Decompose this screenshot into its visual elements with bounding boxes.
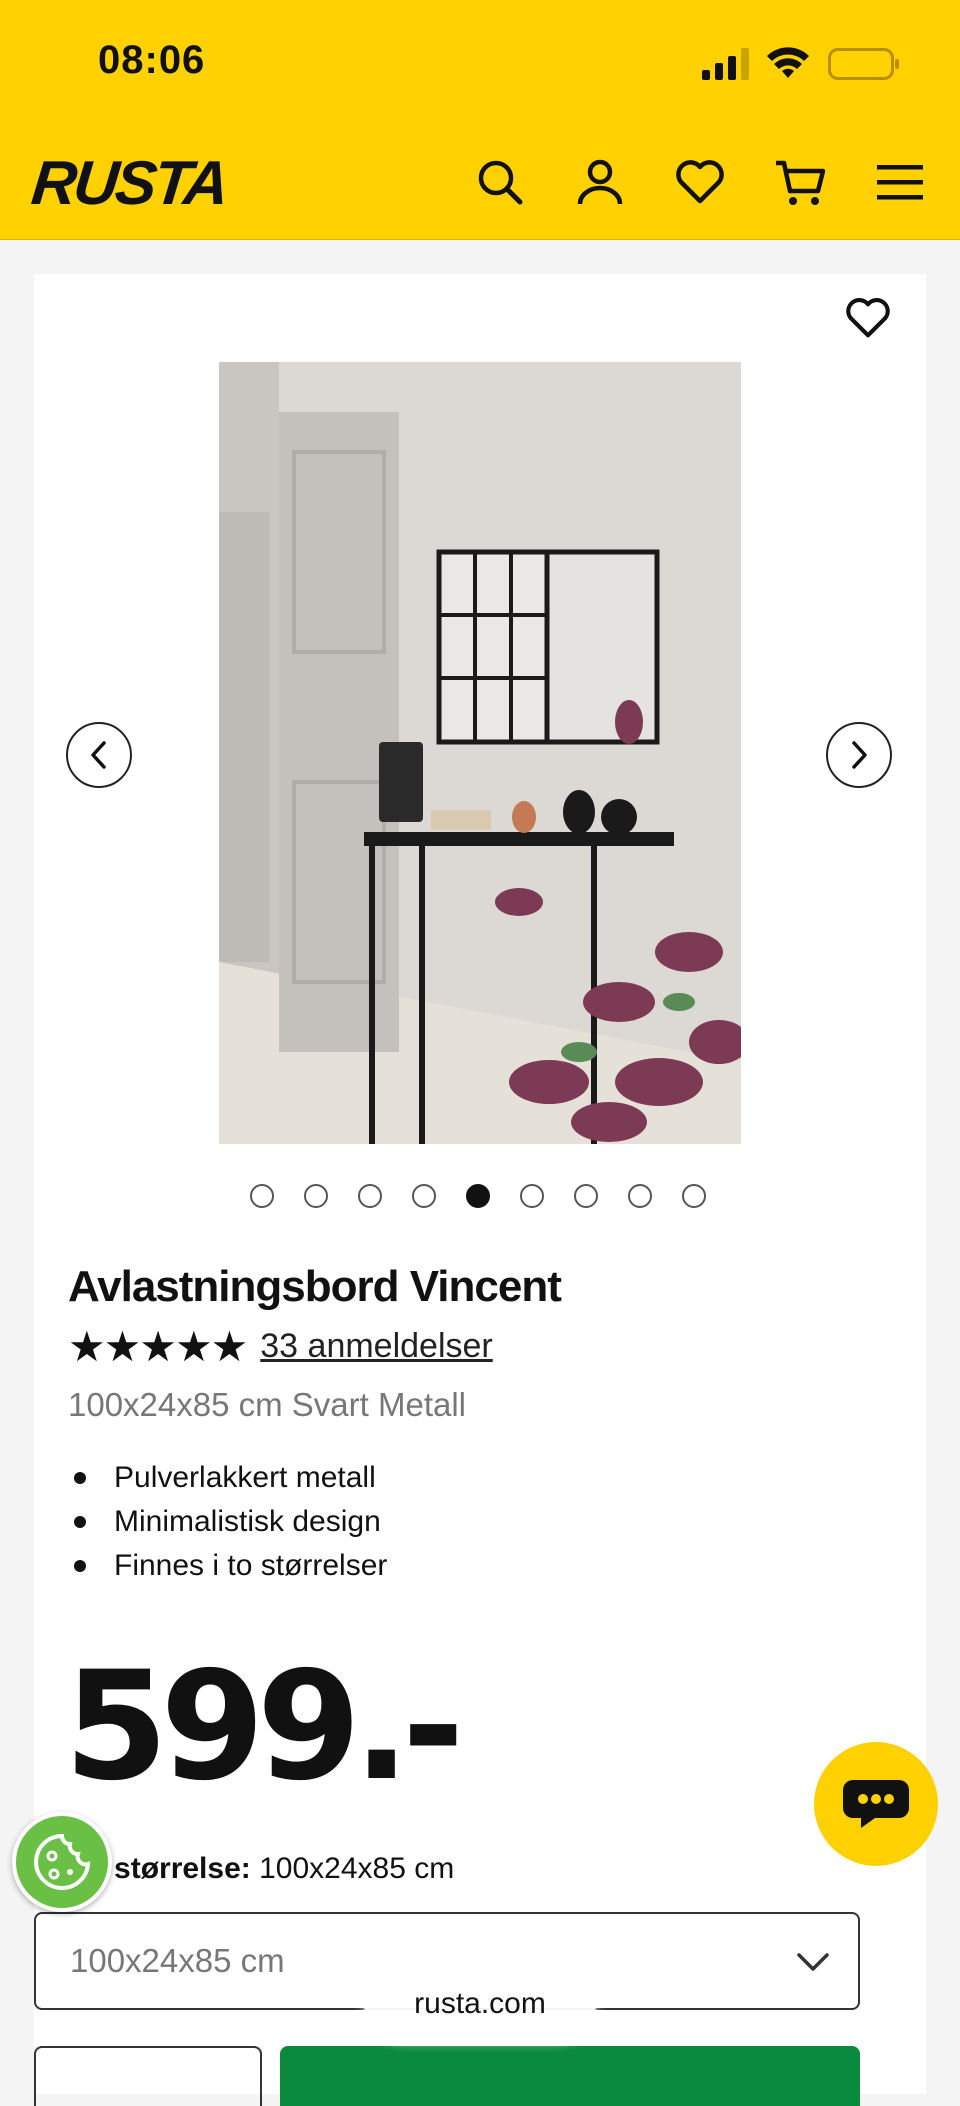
chevron-left-icon (91, 741, 106, 769)
rating-stars-icon: ★★★★★ (68, 1322, 248, 1371)
carousel-dot[interactable] (250, 1184, 274, 1208)
chat-button[interactable] (814, 1742, 938, 1866)
chat-bubble-icon (843, 1780, 909, 1828)
status-bar: 08:06 (0, 0, 960, 130)
heart-icon (846, 298, 890, 338)
product-variant-description: 100x24x85 cm Svart Metall (68, 1386, 467, 1423)
carousel-dot[interactable] (520, 1184, 544, 1208)
carousel-dot[interactable] (466, 1184, 490, 1208)
site-header: RUSTA (0, 130, 960, 240)
quantity-stepper[interactable] (34, 2046, 262, 2106)
add-to-favorites-button[interactable] (840, 290, 896, 346)
size-label-value: 100x24x85 cm (259, 1852, 455, 1885)
battery-icon (828, 48, 899, 80)
carousel-dot[interactable] (682, 1184, 706, 1208)
product-card: Avlastningsbord Vincent ★★★★★ 33 anmelde… (34, 274, 926, 2094)
menu-icon[interactable] (870, 152, 930, 212)
chevron-right-icon (852, 741, 867, 769)
feature-list: Pulverlakkert metall Minimalistisk desig… (68, 1456, 387, 1588)
account-icon[interactable] (570, 152, 630, 212)
cookie-settings-button[interactable] (12, 1812, 112, 1912)
cookie-icon (34, 1833, 91, 1890)
carousel-dot[interactable] (412, 1184, 436, 1208)
carousel-dot[interactable] (358, 1184, 382, 1208)
product-image[interactable] (219, 362, 741, 1144)
search-icon[interactable] (470, 152, 530, 212)
wishlist-heart-icon[interactable] (670, 152, 730, 212)
carousel-dot[interactable] (628, 1184, 652, 1208)
product-rating: ★★★★★ 33 anmeldelser (68, 1322, 493, 1371)
reviews-link[interactable]: 33 anmeldelser (260, 1327, 492, 1366)
carousel-dot[interactable] (304, 1184, 328, 1208)
feature-item: Finnes i to størrelser (68, 1544, 387, 1588)
status-time: 08:06 (98, 38, 206, 82)
cellular-signal-icon (702, 48, 749, 80)
feature-item: Pulverlakkert metall (68, 1456, 387, 1500)
image-carousel-indicators (34, 1184, 926, 1214)
rusta-logo[interactable]: RUSTA (28, 148, 229, 219)
chevron-down-icon (797, 1953, 829, 1971)
previous-image-button[interactable] (66, 722, 132, 788)
product-price: 599.- (64, 1640, 464, 1814)
add-to-cart-button[interactable] (280, 2046, 860, 2106)
carousel-dot[interactable] (574, 1184, 598, 1208)
cart-icon[interactable] (770, 152, 830, 212)
size-select-value: 100x24x85 cm (70, 1942, 285, 1979)
feature-item: Minimalistisk design (68, 1500, 387, 1544)
next-image-button[interactable] (826, 722, 892, 788)
browser-url-bar[interactable]: rusta.com (364, 1966, 596, 2042)
product-title: Avlastningsbord Vincent (68, 1262, 562, 1311)
wifi-icon (767, 47, 809, 78)
